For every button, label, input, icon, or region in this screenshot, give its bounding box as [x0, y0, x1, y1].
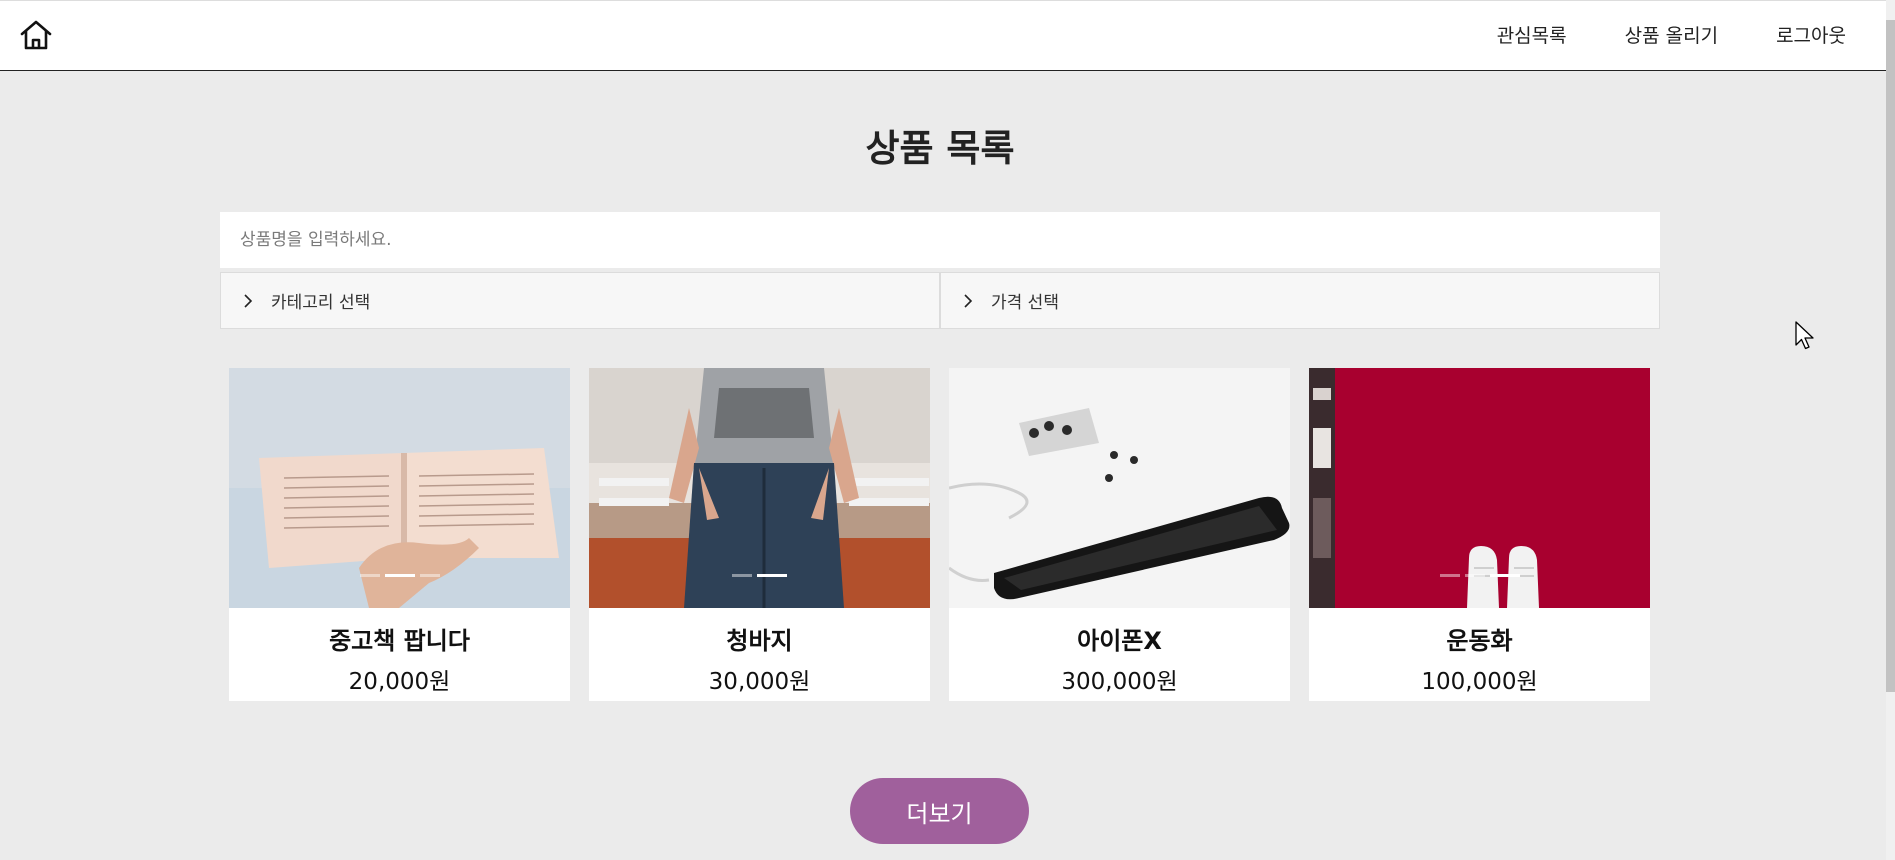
nav-upload-product-link[interactable]: 상품 올리기 — [1625, 21, 1718, 48]
carousel-dot[interactable] — [359, 574, 380, 577]
filter-bar: 카테고리 선택 가격 선택 — [220, 272, 1660, 329]
product-image-jeans — [589, 368, 930, 608]
product-image-book — [229, 368, 570, 608]
product-card[interactable]: 청바지 30,000원 — [589, 368, 930, 701]
header-nav: 관심목록 상품 올리기 로그아웃 — [1497, 21, 1846, 48]
product-image-sneakers — [1309, 368, 1650, 608]
image-carousel-dots — [589, 574, 930, 577]
page-title: 상품 목록 — [865, 127, 1015, 170]
image-carousel-dots — [1309, 574, 1650, 577]
chevron-right-icon — [963, 293, 979, 308]
product-title: 운동화 — [1446, 627, 1513, 655]
product-price: 300,000원 — [1061, 669, 1178, 695]
mouse-cursor-icon — [1795, 321, 1815, 355]
product-image-phone — [949, 368, 1290, 608]
product-price: 100,000원 — [1421, 669, 1538, 695]
price-filter[interactable]: 가격 선택 — [940, 272, 1660, 329]
product-card[interactable]: 운동화 100,000원 — [1309, 368, 1650, 701]
top-navigation-bar: 관심목록 상품 올리기 로그아웃 — [0, 0, 1886, 71]
scrollbar-thumb[interactable] — [1886, 20, 1895, 692]
carousel-dot[interactable] — [419, 574, 440, 577]
product-card[interactable]: 아이폰X 300,000원 — [949, 368, 1290, 701]
carousel-dot-active[interactable] — [384, 574, 415, 577]
search-input[interactable] — [220, 212, 1660, 268]
category-filter[interactable]: 카테고리 선택 — [220, 272, 940, 329]
chevron-right-icon — [243, 293, 259, 308]
product-price: 30,000원 — [708, 669, 811, 695]
load-more-button[interactable]: 더보기 — [850, 778, 1029, 844]
product-title: 아이폰X — [1077, 627, 1162, 655]
carousel-dot[interactable] — [1439, 574, 1460, 577]
vertical-scrollbar[interactable] — [1886, 0, 1895, 860]
product-card[interactable]: 중고책 팝니다 20,000원 — [229, 368, 570, 701]
product-title: 중고책 팝니다 — [329, 627, 470, 655]
image-carousel-dots — [229, 574, 570, 577]
carousel-dot-active[interactable] — [757, 574, 787, 577]
product-grid: 중고책 팝니다 20,000원 청바지 30,000원 아이폰X 300,000… — [229, 368, 1650, 701]
carousel-dot[interactable] — [1464, 574, 1485, 577]
product-title: 청바지 — [726, 627, 793, 655]
carousel-dot[interactable] — [732, 574, 752, 577]
carousel-dot-active[interactable] — [1489, 574, 1520, 577]
nav-logout-link[interactable]: 로그아웃 — [1776, 21, 1846, 48]
price-filter-label: 가격 선택 — [991, 293, 1059, 313]
home-icon[interactable] — [18, 17, 54, 53]
nav-wishlist-link[interactable]: 관심목록 — [1497, 21, 1567, 48]
product-price: 20,000원 — [348, 669, 451, 695]
category-filter-label: 카테고리 선택 — [271, 293, 371, 313]
